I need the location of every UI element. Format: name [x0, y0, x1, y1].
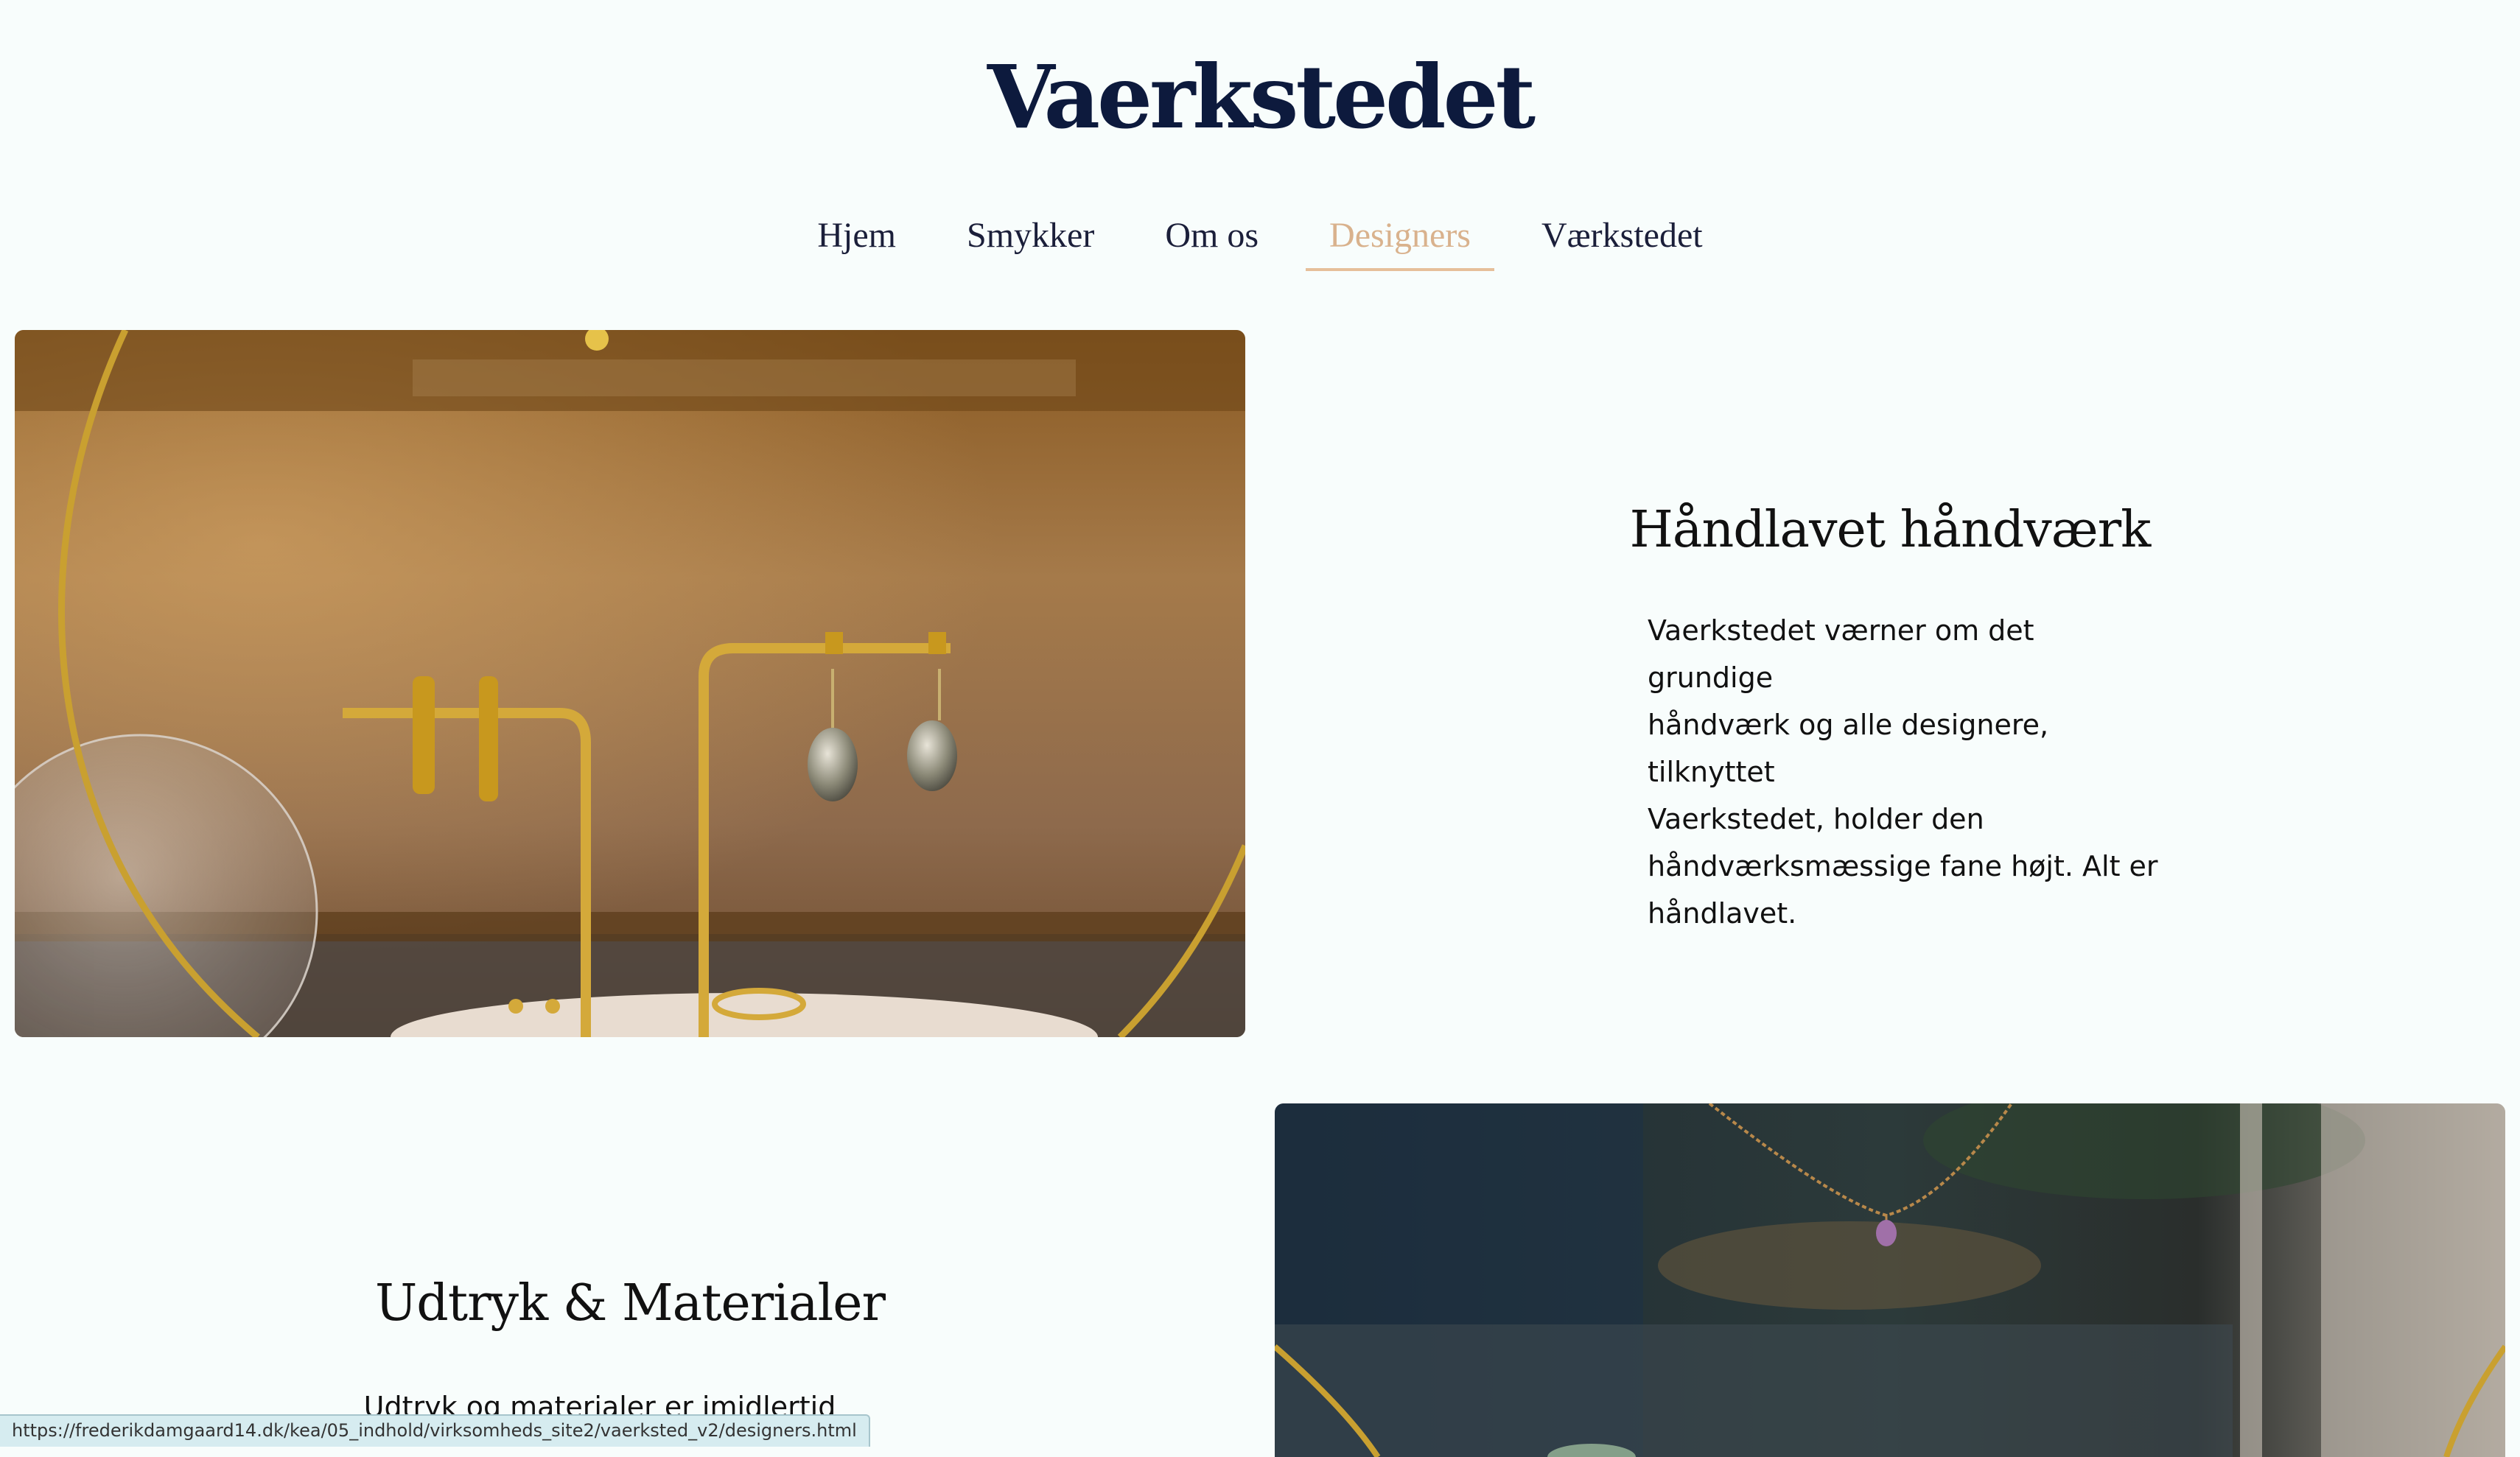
- site-logo[interactable]: Vaerkstedet: [0, 46, 2520, 149]
- section1-heading: Håndlavet håndværk: [1629, 501, 2152, 559]
- jewelry-display-image: [15, 330, 1245, 1037]
- nav-item-designers[interactable]: Designers: [1306, 208, 1494, 271]
- section2-heading: Udtryk & Materialer: [374, 1274, 886, 1333]
- nav-item-hjem[interactable]: Hjem: [794, 208, 920, 271]
- necklace-image: [1275, 1103, 2505, 1457]
- section1-line: Vaerkstedet værner om det grundige: [1648, 614, 2034, 694]
- section1-body: Vaerkstedet værner om det grundige håndv…: [1648, 607, 2163, 937]
- nav-item-om-os[interactable]: Om os: [1141, 208, 1282, 271]
- nav-item-smykker[interactable]: Smykker: [943, 208, 1118, 271]
- necklace-photo: [1275, 1103, 2505, 1457]
- status-bar-url: https://frederikdamgaard14.dk/kea/05_ind…: [0, 1414, 870, 1447]
- nav-item-vaerkstedet[interactable]: Værkstedet: [1518, 208, 1726, 271]
- section1-line: håndværk og alle designere, tilknyttet: [1648, 709, 2049, 788]
- earrings-photo: [15, 330, 1245, 1037]
- section1-line: håndlavet.: [1648, 897, 1797, 930]
- main-nav: Hjem Smykker Om os Designers Værkstedet: [0, 208, 2520, 271]
- section1-line: håndværksmæssige fane højt. Alt er: [1648, 850, 2158, 882]
- section1-line: Vaerkstedet, holder den: [1648, 803, 1984, 835]
